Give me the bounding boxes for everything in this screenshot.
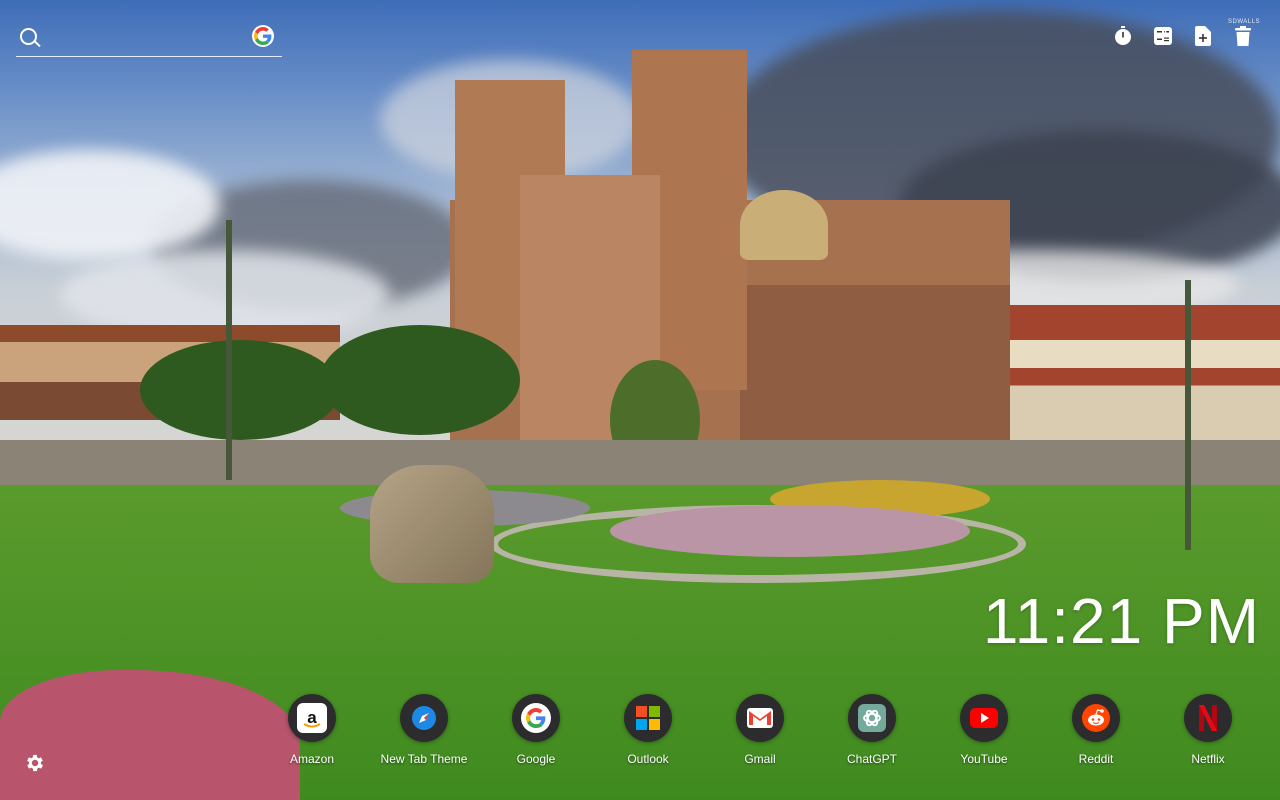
search-bar — [16, 22, 282, 57]
shortcut-label: Gmail — [744, 752, 776, 766]
google-icon — [512, 694, 560, 742]
wallpaper-background — [0, 0, 1280, 800]
svg-text:a: a — [307, 708, 317, 727]
clock: 11:21 PM — [982, 585, 1260, 657]
chatgpt-icon — [848, 694, 896, 742]
church-dome — [740, 190, 828, 260]
shortcut-reddit[interactable]: Reddit — [1040, 694, 1152, 766]
reddit-icon — [1072, 694, 1120, 742]
timer-icon[interactable] — [1113, 26, 1133, 46]
amazon-icon: a — [288, 694, 336, 742]
shortcut-label: ChatGPT — [846, 752, 897, 766]
shortcut-chatgpt[interactable]: ChatGPT — [816, 694, 928, 766]
calculator-icon[interactable] — [1153, 26, 1173, 46]
flower-bed — [610, 505, 970, 557]
tree — [320, 325, 520, 435]
shortcut-netflix[interactable]: Netflix — [1152, 694, 1264, 766]
shortcut-label: Amazon — [289, 752, 335, 766]
shortcut-label: Netflix — [1191, 752, 1225, 766]
shortcut-youtube[interactable]: YouTube — [928, 694, 1040, 766]
shortcuts-dock: a Amazon New Tab Theme Google Outlook Gm… — [256, 694, 1264, 774]
add-file-icon[interactable] — [1193, 26, 1213, 46]
stone — [370, 465, 494, 583]
compass-icon — [400, 694, 448, 742]
gmail-icon — [736, 694, 784, 742]
microsoft-icon — [624, 694, 672, 742]
street-lamp — [226, 220, 232, 480]
gear-icon[interactable] — [24, 752, 46, 774]
shortcut-google[interactable]: Google — [480, 694, 592, 766]
brand-watermark: SDWALLS — [1228, 19, 1260, 25]
shortcut-label: Outlook — [627, 752, 669, 766]
google-icon[interactable] — [252, 25, 274, 47]
street-lamp — [1185, 280, 1191, 550]
shortcut-label: New Tab Theme — [380, 752, 468, 766]
tree — [140, 340, 340, 440]
toolbar — [1113, 26, 1253, 46]
shortcut-gmail[interactable]: Gmail — [704, 694, 816, 766]
netflix-icon — [1184, 694, 1232, 742]
shortcut-label: YouTube — [960, 752, 1008, 766]
shortcut-label: Reddit — [1078, 752, 1114, 766]
trash-icon[interactable] — [1233, 26, 1253, 46]
shortcut-outlook[interactable]: Outlook — [592, 694, 704, 766]
shortcut-amazon[interactable]: a Amazon — [256, 694, 368, 766]
shortcut-label: Google — [516, 752, 556, 766]
shortcut-new-tab-theme[interactable]: New Tab Theme — [368, 694, 480, 766]
search-icon[interactable] — [20, 28, 37, 45]
search-input[interactable] — [44, 24, 248, 52]
church-wing — [740, 285, 1010, 460]
youtube-icon — [960, 694, 1008, 742]
